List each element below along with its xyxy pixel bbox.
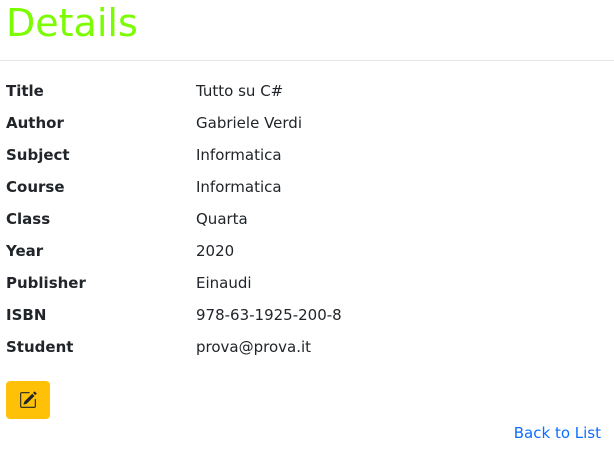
detail-row-title: Title Tutto su C# <box>6 75 606 107</box>
detail-label: Course <box>6 178 65 196</box>
divider <box>0 60 614 61</box>
detail-label: ISBN <box>6 306 47 324</box>
detail-row-subject: Subject Informatica <box>6 139 606 171</box>
page-title: Details <box>6 1 138 45</box>
pencil-square-icon <box>19 391 37 409</box>
detail-row-publisher: Publisher Einaudi <box>6 267 606 299</box>
detail-label: Subject <box>6 146 70 164</box>
details-list: Title Tutto su C# Author Gabriele Verdi … <box>6 75 606 363</box>
detail-label: Student <box>6 338 74 356</box>
edit-button[interactable] <box>6 381 50 419</box>
detail-row-year: Year 2020 <box>6 235 606 267</box>
detail-value: 978-63-1925-200-8 <box>196 306 342 324</box>
detail-value: Gabriele Verdi <box>196 114 302 132</box>
detail-value: Quarta <box>196 210 248 228</box>
detail-value: Informatica <box>196 146 282 164</box>
detail-row-course: Course Informatica <box>6 171 606 203</box>
detail-value: Informatica <box>196 178 282 196</box>
detail-value: Tutto su C# <box>196 82 284 100</box>
detail-label: Author <box>6 114 64 132</box>
detail-row-student: Student prova@prova.it <box>6 331 606 363</box>
detail-label: Class <box>6 210 51 228</box>
detail-value: 2020 <box>196 242 235 260</box>
detail-row-class: Class Quarta <box>6 203 606 235</box>
detail-label: Title <box>6 82 44 100</box>
detail-label: Publisher <box>6 274 86 292</box>
detail-value: Einaudi <box>196 274 252 292</box>
detail-row-author: Author Gabriele Verdi <box>6 107 606 139</box>
detail-label: Year <box>6 242 44 260</box>
detail-row-isbn: ISBN 978-63-1925-200-8 <box>6 299 606 331</box>
detail-value: prova@prova.it <box>196 338 312 356</box>
back-to-list-link[interactable]: Back to List <box>514 422 601 444</box>
